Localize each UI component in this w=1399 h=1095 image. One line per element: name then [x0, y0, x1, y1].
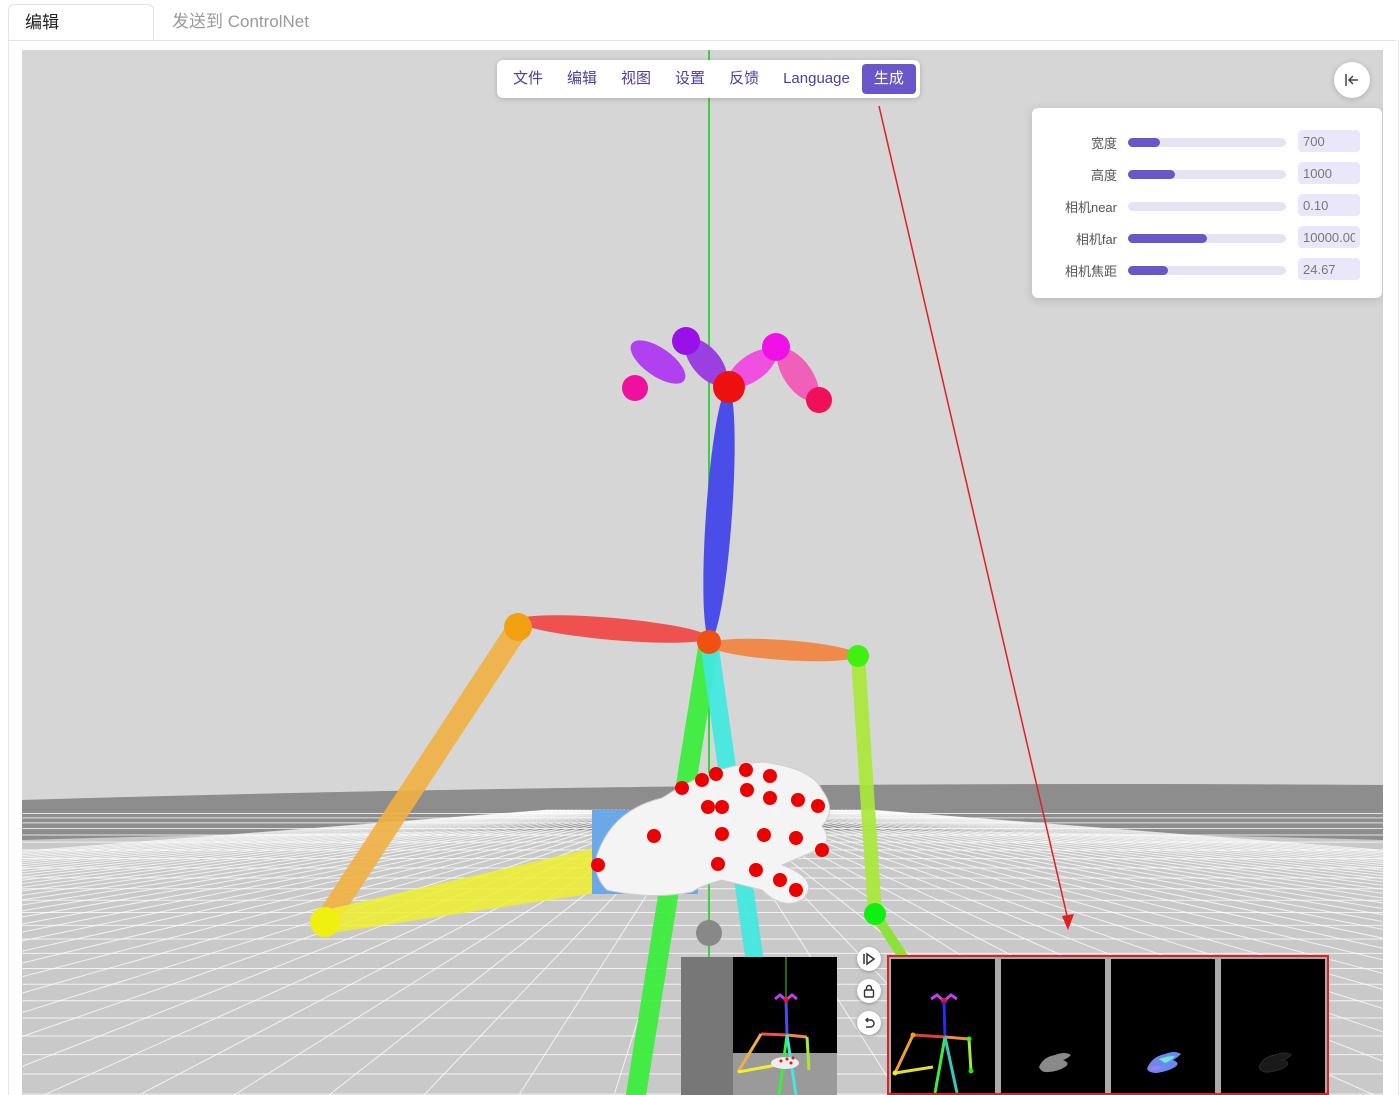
- camera-far-input[interactable]: [1298, 226, 1360, 248]
- joint-left-shoulder[interactable]: [847, 645, 869, 667]
- undo-icon: [865, 1017, 875, 1028]
- setting-row-camera-far: 相机far: [1032, 226, 1382, 252]
- output-normal[interactable]: [1111, 959, 1215, 1093]
- joint-nose[interactable]: [713, 371, 745, 403]
- output-canny[interactable]: [1221, 959, 1325, 1093]
- lock-button[interactable]: [857, 979, 881, 1003]
- collapse-panel-button[interactable]: [1334, 62, 1370, 98]
- undo-button[interactable]: [857, 1011, 881, 1035]
- camera-far-slider[interactable]: [1128, 234, 1286, 243]
- joint-right-elbow[interactable]: [310, 907, 340, 937]
- slider-fill: [1128, 170, 1176, 179]
- play-button[interactable]: [857, 947, 881, 971]
- setting-row-width: 宽度: [1032, 130, 1382, 156]
- setting-label: 相机near: [1064, 200, 1117, 215]
- camera-preview[interactable]: [681, 957, 837, 1095]
- joint-neck[interactable]: [697, 630, 721, 654]
- joint-right-ear[interactable]: [622, 375, 648, 401]
- setting-row-camera-near: 相机near: [1032, 194, 1382, 220]
- setting-label: 高度: [1090, 168, 1117, 183]
- joint-right-eye[interactable]: [672, 327, 700, 355]
- tab-bar: 编辑 Openpose 发送到 ControlNet: [8, 4, 1396, 68]
- setting-label: 相机far: [1075, 232, 1117, 247]
- height-slider[interactable]: [1128, 170, 1286, 179]
- menu-settings[interactable]: 设置: [663, 64, 717, 94]
- camera-focal-slider[interactable]: [1128, 266, 1286, 275]
- preview-render: [733, 957, 837, 1095]
- tab-edit-openpose[interactable]: 编辑 Openpose: [8, 4, 154, 68]
- height-input[interactable]: [1298, 162, 1360, 184]
- slider-fill: [1128, 266, 1168, 275]
- menu-feedback[interactable]: 反馈: [717, 64, 771, 94]
- output-normal-svg: [1147, 1052, 1181, 1073]
- generated-outputs: [887, 955, 1329, 1095]
- limb-neck: [703, 388, 735, 640]
- collapse-left-icon: [1345, 74, 1358, 86]
- camera-near-input[interactable]: [1298, 194, 1360, 216]
- output-depth[interactable]: [1001, 959, 1105, 1093]
- setting-label: 宽度: [1090, 136, 1117, 151]
- preview-controls: [857, 947, 883, 1043]
- joint-right-shoulder[interactable]: [504, 613, 532, 641]
- width-input[interactable]: [1298, 130, 1360, 152]
- 3d-viewport[interactable]: 文件 编辑 视图 设置 反馈 Language 生成 宽度 高度 相机near: [22, 50, 1383, 1095]
- lock-icon: [863, 984, 875, 998]
- top-menu-bar: 文件 编辑 视图 设置 反馈 Language 生成: [497, 60, 920, 98]
- camera-focal-input[interactable]: [1298, 258, 1360, 280]
- play-icon: [863, 952, 876, 966]
- tab-send-to-controlnet[interactable]: 发送到 ControlNet: [156, 4, 325, 40]
- slider-fill: [1128, 234, 1207, 243]
- menu-file[interactable]: 文件: [501, 64, 555, 94]
- joint-origin[interactable]: [696, 920, 722, 946]
- joint-left-eye[interactable]: [762, 333, 790, 361]
- menu-view[interactable]: 视图: [609, 64, 663, 94]
- limb-left-shoulder: [708, 638, 858, 662]
- menu-language[interactable]: Language: [771, 64, 862, 94]
- output-canny-svg: [1258, 1052, 1292, 1073]
- joint-left-elbow[interactable]: [864, 903, 886, 925]
- output-openpose[interactable]: [891, 959, 995, 1093]
- joint-left-ear[interactable]: [806, 387, 832, 413]
- setting-row-height: 高度: [1032, 162, 1382, 188]
- generate-button[interactable]: 生成: [861, 64, 916, 94]
- settings-panel: 宽度 高度 相机near 相机far 相机焦距: [1032, 108, 1382, 298]
- setting-row-camera-focal: 相机焦距: [1032, 258, 1382, 284]
- width-slider[interactable]: [1128, 138, 1286, 147]
- limb-right-shoulder: [517, 615, 709, 643]
- camera-near-slider[interactable]: [1128, 202, 1286, 211]
- slider-fill: [1128, 138, 1160, 147]
- menu-edit[interactable]: 编辑: [555, 64, 609, 94]
- preview-thumbnail-svg: [733, 957, 837, 1095]
- setting-label: 相机焦距: [1064, 264, 1117, 279]
- output-depth-svg: [1039, 1053, 1071, 1073]
- output-openpose-svg: [892, 993, 974, 1093]
